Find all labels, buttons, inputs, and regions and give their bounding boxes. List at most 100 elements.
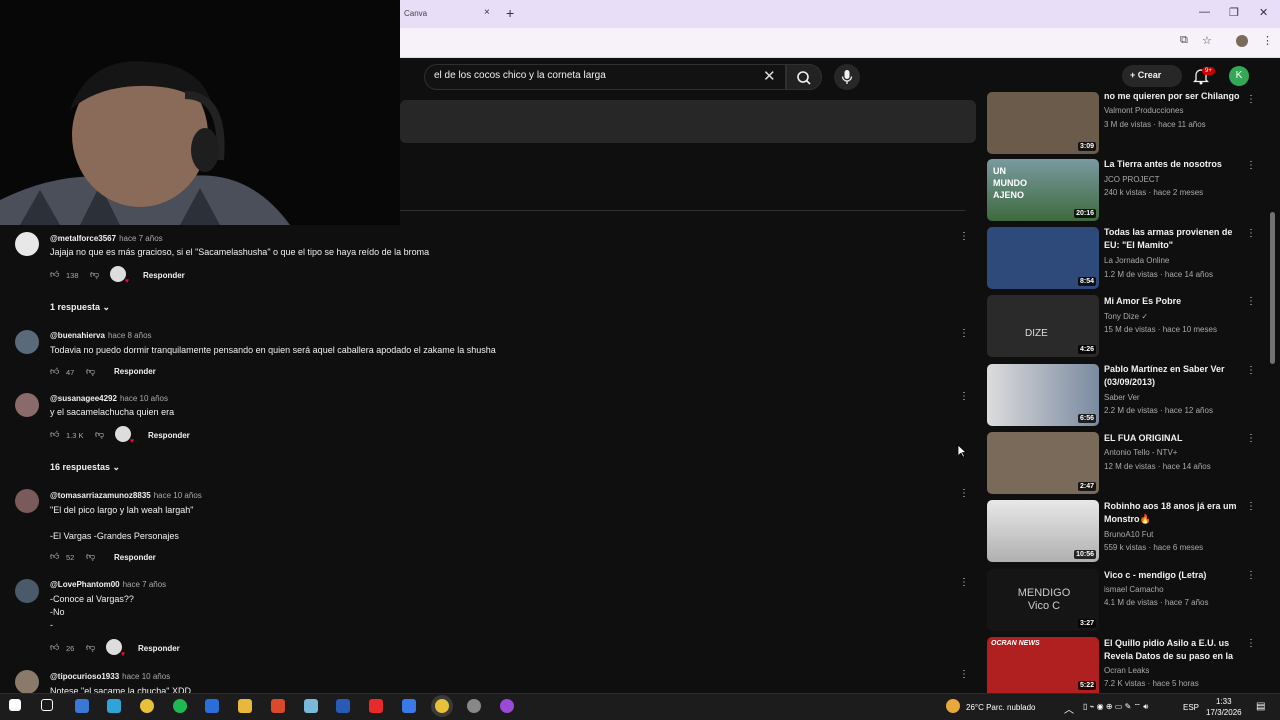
like-icon[interactable]: 👍︎ — [50, 269, 59, 280]
mail-icon[interactable] — [205, 699, 219, 713]
channel-name[interactable]: Tony Dize — [1104, 312, 1139, 321]
video-channel[interactable]: Valmont Producciones — [1104, 106, 1183, 115]
notification-center-icon[interactable]: ▤ — [1256, 701, 1265, 712]
comment-more-icon[interactable]: ⋮ — [959, 577, 969, 588]
app-icon[interactable] — [500, 699, 514, 713]
tab-close-icon[interactable]: × — [484, 7, 490, 18]
reply-button[interactable]: Responder — [143, 271, 185, 280]
chrome-icon[interactable] — [140, 699, 154, 713]
reply-button[interactable]: Responder — [148, 431, 190, 440]
video-more-icon[interactable]: ⋮ — [1246, 94, 1256, 105]
obs-icon[interactable] — [467, 699, 481, 713]
clock-time[interactable]: 1:33 — [1216, 697, 1232, 706]
comment-author[interactable]: @LovePhantom00 hace 7 años — [50, 580, 166, 589]
comment-author[interactable]: @tomasarriazamunoz8835 hace 10 años — [50, 491, 202, 500]
video-channel[interactable]: ismael Camacho — [1104, 585, 1164, 594]
video-thumbnail[interactable]: OCRAN NEWS 5:22 — [987, 637, 1099, 693]
view-replies-button[interactable]: 16 respuestas ⌄ — [50, 462, 120, 473]
comment-avatar[interactable] — [15, 232, 39, 256]
video-more-icon[interactable]: ⋮ — [1246, 638, 1256, 649]
window-close-button[interactable]: ✕ — [1259, 6, 1268, 19]
video-more-icon[interactable]: ⋮ — [1246, 365, 1256, 376]
video-title[interactable]: La Tierra antes de nosotros — [1104, 158, 1240, 171]
profile-icon[interactable] — [1236, 35, 1248, 47]
browser-menu-icon[interactable]: ⋮ — [1262, 34, 1273, 47]
comment-more-icon[interactable]: ⋮ — [959, 231, 969, 242]
account-avatar[interactable]: K — [1229, 66, 1249, 86]
video-thumbnail[interactable]: 2:47 — [987, 432, 1099, 494]
comment-avatar[interactable] — [15, 489, 39, 513]
install-app-icon[interactable]: ⧉ — [1180, 34, 1188, 47]
reply-button[interactable]: Responder — [114, 553, 156, 562]
video-more-icon[interactable]: ⋮ — [1246, 228, 1256, 239]
comment-more-icon[interactable]: ⋮ — [959, 669, 969, 680]
video-title[interactable]: no me quieren por ser Chilango — [1104, 90, 1240, 103]
file-explorer-icon[interactable] — [238, 699, 252, 713]
reply-button[interactable]: Responder — [114, 367, 156, 376]
create-button[interactable]: + Crear — [1122, 65, 1182, 87]
like-icon[interactable]: 👍︎ — [50, 642, 59, 653]
chrome-active-icon[interactable] — [435, 699, 449, 713]
app-icon[interactable] — [271, 699, 285, 713]
dislike-icon[interactable]: 👎︎ — [95, 429, 104, 440]
language-indicator[interactable]: ESP — [1183, 703, 1199, 712]
video-channel[interactable]: La Jornada Online — [1104, 256, 1169, 265]
window-restore-button[interactable]: ❐ — [1229, 6, 1239, 19]
search-clear-icon[interactable]: ✕ — [763, 67, 776, 85]
new-tab-button[interactable]: + — [506, 5, 514, 21]
comment-author[interactable]: @metalforce3567 hace 7 años — [50, 234, 163, 243]
like-icon[interactable]: 👍︎ — [50, 551, 59, 562]
comment-handle[interactable]: @metalforce3567 — [50, 234, 116, 243]
video-thumbnail[interactable]: 8:54 — [987, 227, 1099, 289]
video-thumbnail[interactable]: UN MUNDO AJENO 20:16 — [987, 159, 1099, 221]
tray-icons[interactable]: ▯ ⌁ ◉ ⊕ ▭ ✎ ⌔ 🔊︎ — [1083, 702, 1148, 712]
video-thumbnail[interactable]: 3:09 — [987, 92, 1099, 154]
view-replies-button[interactable]: 1 respuesta ⌄ — [50, 302, 110, 313]
windows-start-icon[interactable] — [9, 699, 21, 711]
dislike-icon[interactable]: 👎︎ — [90, 269, 99, 280]
video-title[interactable]: Vico c - mendigo (Letra) — [1104, 569, 1240, 582]
comment-avatar[interactable] — [15, 579, 39, 603]
video-more-icon[interactable]: ⋮ — [1246, 570, 1256, 581]
video-title[interactable]: Todas las armas provienen de EU: "El Mam… — [1104, 226, 1240, 252]
video-thumbnail[interactable]: DIZE 4:26 — [987, 295, 1099, 357]
video-thumbnail[interactable]: 10:56 — [987, 500, 1099, 562]
search-button[interactable] — [786, 64, 822, 90]
video-more-icon[interactable]: ⋮ — [1246, 160, 1256, 171]
bookmark-star-icon[interactable]: ☆ — [1202, 34, 1212, 47]
comment-more-icon[interactable]: ⋮ — [959, 391, 969, 402]
video-channel[interactable]: Saber Ver — [1104, 393, 1140, 402]
comment-author[interactable]: @susanagee4292 hace 10 años — [50, 394, 168, 403]
task-view-icon[interactable] — [41, 699, 53, 711]
clock-date[interactable]: 17/3/2026 — [1206, 708, 1242, 717]
search-query[interactable]: el de los cocos chico y la corneta larga — [434, 70, 606, 81]
video-channel[interactable]: Tony Dize ✓ — [1104, 312, 1148, 321]
video-thumbnail[interactable]: MENDIGO Vico C 3:27 — [987, 569, 1099, 631]
comment-author[interactable]: @buenahierva hace 8 años — [50, 331, 152, 340]
like-icon[interactable]: 👍︎ — [50, 429, 59, 440]
weather-text[interactable]: 26°C Parc. nublado — [966, 703, 1035, 712]
app-icon[interactable] — [402, 699, 416, 713]
video-title[interactable]: EL FUA ORIGINAL — [1104, 432, 1240, 445]
video-channel[interactable]: Antonio Tello - NTV+ — [1104, 448, 1177, 457]
comment-avatar[interactable] — [15, 330, 39, 354]
video-title[interactable]: Pablo Martínez en Saber Ver (03/09/2013) — [1104, 363, 1240, 389]
comment-handle[interactable]: @susanagee4292 — [50, 394, 117, 403]
tray-chevron-icon[interactable]: ︿ — [1064, 701, 1074, 716]
comment-handle[interactable]: @tomasarriazamunoz8835 — [50, 491, 151, 500]
video-title[interactable]: Robinho aos 18 anos já era um Monstro🔥 — [1104, 500, 1240, 526]
video-more-icon[interactable]: ⋮ — [1246, 501, 1256, 512]
video-description-box[interactable] — [400, 100, 976, 143]
comment-handle[interactable]: @buenahierva — [50, 331, 105, 340]
spotify-icon[interactable] — [173, 699, 187, 713]
reply-button[interactable]: Responder — [138, 644, 180, 653]
window-minimize-button[interactable]: — — [1199, 6, 1210, 18]
comment-more-icon[interactable]: ⋮ — [959, 328, 969, 339]
dislike-icon[interactable]: 👎︎ — [86, 551, 95, 562]
comment-avatar[interactable] — [15, 670, 39, 694]
notepad-icon[interactable] — [304, 699, 318, 713]
word-icon[interactable] — [336, 699, 350, 713]
comment-more-icon[interactable]: ⋮ — [959, 488, 969, 499]
comment-author[interactable]: @tipocurioso1933 hace 10 años — [50, 672, 170, 681]
tab-title[interactable]: Canva — [404, 9, 427, 18]
